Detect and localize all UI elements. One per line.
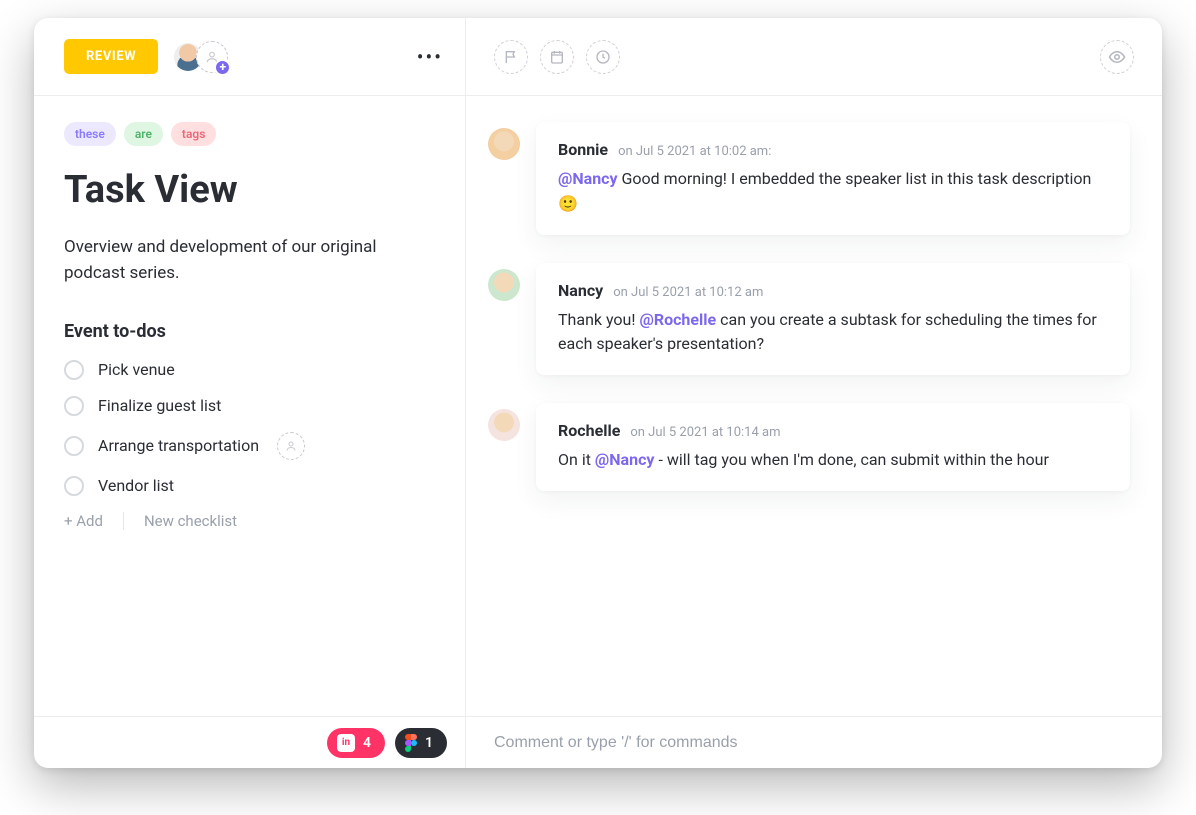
clock-icon [595, 49, 611, 65]
divider [123, 512, 124, 530]
comments-list: Bonnie on Jul 5 2021 at 10:02 am: @Nancy… [466, 96, 1162, 716]
comment: Bonnie on Jul 5 2021 at 10:02 am: @Nancy… [488, 122, 1130, 235]
checkbox[interactable] [64, 476, 84, 496]
figma-icon [405, 734, 417, 752]
checklist-title: Event to-dos [64, 321, 435, 342]
left-body: these are tags Task View Overview and de… [34, 96, 465, 716]
watch-button[interactable] [1100, 40, 1134, 74]
assign-item-button[interactable] [277, 432, 305, 460]
checklist-item[interactable]: Pick venue [64, 360, 435, 380]
right-pane: Bonnie on Jul 5 2021 at 10:02 am: @Nancy… [466, 18, 1162, 768]
comment-avatar[interactable] [488, 128, 520, 160]
task-window: REVIEW + ••• these are tags Task View Ov… [34, 18, 1162, 768]
comment-body: Thank you! @Rochelle can you create a su… [558, 308, 1108, 358]
comment-bubble: Nancy on Jul 5 2021 at 10:12 am Thank yo… [536, 263, 1130, 376]
comment-body: On it @Nancy - will tag you when I'm don… [558, 448, 1108, 473]
comment-author: Rochelle [558, 421, 620, 440]
checklist-item-label: Pick venue [98, 360, 175, 379]
comment-text: On it [558, 450, 595, 469]
checkbox[interactable] [64, 396, 84, 416]
invision-icon: in [337, 734, 355, 752]
comment-author: Nancy [558, 281, 603, 300]
checkbox[interactable] [64, 436, 84, 456]
mention[interactable]: @Nancy [595, 450, 655, 469]
task-title[interactable]: Task View [64, 168, 435, 212]
comment-bubble: Rochelle on Jul 5 2021 at 10:14 am On it… [536, 403, 1130, 491]
comment-avatar[interactable] [488, 409, 520, 441]
comment-text: Good morning! I embedded the speaker lis… [618, 169, 1092, 188]
flag-icon [503, 49, 519, 65]
left-header: REVIEW + ••• [34, 18, 465, 96]
date-button[interactable] [540, 40, 574, 74]
status-pill[interactable]: REVIEW [64, 39, 158, 74]
comment-input[interactable] [494, 734, 1134, 752]
invision-chip[interactable]: in 4 [327, 728, 385, 758]
priority-button[interactable] [494, 40, 528, 74]
checklist-item[interactable]: Finalize guest list [64, 396, 435, 416]
new-checklist-button[interactable]: New checklist [144, 512, 237, 530]
time-button[interactable] [586, 40, 620, 74]
left-footer: in 4 1 [34, 716, 465, 768]
tag[interactable]: tags [171, 122, 216, 146]
checklist-item[interactable]: Vendor list [64, 476, 435, 496]
right-footer [466, 716, 1162, 768]
comment: Nancy on Jul 5 2021 at 10:12 am Thank yo… [488, 263, 1130, 376]
assignee-avatars: + [172, 41, 228, 73]
person-icon [285, 440, 297, 452]
tag[interactable]: these [64, 122, 116, 146]
mention[interactable]: @Nancy [558, 169, 618, 188]
more-menu-button[interactable]: ••• [417, 45, 443, 69]
comment-avatar[interactable] [488, 269, 520, 301]
right-header [466, 18, 1162, 96]
comment-text: Thank you! [558, 310, 639, 329]
checklist-item-label: Finalize guest list [98, 396, 221, 415]
eye-icon [1108, 48, 1126, 66]
comment-text: - will tag you when I'm done, can submit… [654, 450, 1048, 469]
mention[interactable]: @Rochelle [639, 310, 716, 329]
chip-count: 4 [363, 735, 371, 751]
emoji: 🙂 [558, 194, 578, 213]
checkbox[interactable] [64, 360, 84, 380]
tag-list: these are tags [64, 122, 435, 146]
checklist-actions: + Add New checklist [64, 512, 435, 530]
comment-meta: on Jul 5 2021 at 10:02 am: [618, 144, 771, 159]
calendar-icon [549, 49, 565, 65]
checklist-item-label: Vendor list [98, 476, 174, 495]
tag[interactable]: are [124, 122, 163, 146]
comment-bubble: Bonnie on Jul 5 2021 at 10:02 am: @Nancy… [536, 122, 1130, 235]
figma-chip[interactable]: 1 [395, 728, 447, 758]
checklist-item-label: Arrange transportation [98, 436, 259, 455]
comment: Rochelle on Jul 5 2021 at 10:14 am On it… [488, 403, 1130, 491]
plus-icon: + [214, 59, 231, 76]
add-item-button[interactable]: + Add [64, 512, 103, 530]
comment-meta: on Jul 5 2021 at 10:14 am [630, 425, 780, 440]
checklist-item[interactable]: Arrange transportation [64, 432, 435, 460]
comment-author: Bonnie [558, 140, 608, 159]
left-pane: REVIEW + ••• these are tags Task View Ov… [34, 18, 466, 768]
add-assignee-button[interactable]: + [196, 41, 228, 73]
chip-count: 1 [425, 735, 433, 751]
comment-meta: on Jul 5 2021 at 10:12 am [613, 285, 763, 300]
task-description[interactable]: Overview and development of our original… [64, 234, 394, 287]
comment-body: @Nancy Good morning! I embedded the spea… [558, 167, 1108, 217]
